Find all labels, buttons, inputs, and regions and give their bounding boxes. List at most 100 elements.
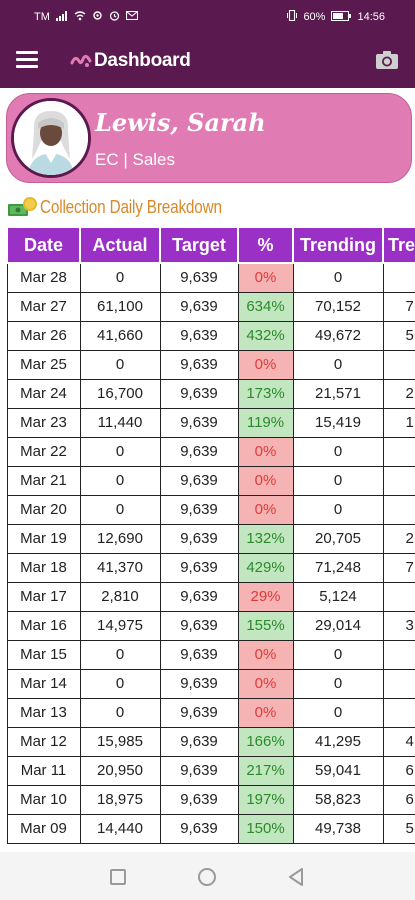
cell-target: 9,639 — [159, 523, 239, 554]
table-row: Mar 18 41,370 9,639 429% 71,248 7 — [6, 552, 415, 583]
cell-tre — [382, 436, 415, 467]
table-row: Mar 19 12,690 9,639 132% 20,705 2 — [6, 523, 415, 554]
cell-date: Mar 18 — [6, 552, 81, 583]
cell-percent: 429% — [237, 552, 294, 583]
cell-target: 9,639 — [159, 407, 239, 438]
cell-trending: 5,124 — [292, 581, 384, 612]
cell-percent: 132% — [237, 523, 294, 554]
cell-tre — [382, 668, 415, 699]
cell-actual: 2,810 — [79, 581, 161, 612]
avatar — [11, 98, 91, 178]
cell-tre: 6 — [382, 755, 415, 786]
cell-trending: 0 — [292, 668, 384, 699]
cell-trending: 0 — [292, 494, 384, 525]
cell-percent: 197% — [237, 784, 294, 815]
cell-trending: 0 — [292, 465, 384, 496]
table-row: Mar 21 0 9,639 0% 0 — [6, 465, 415, 496]
cell-actual: 14,440 — [79, 813, 161, 844]
cell-percent: 166% — [237, 726, 294, 757]
cell-target: 9,639 — [159, 697, 239, 728]
column-header-percent[interactable]: % — [237, 226, 294, 264]
cell-trending: 20,705 — [292, 523, 384, 554]
cell-tre — [382, 581, 415, 612]
app-logo-icon — [70, 53, 92, 69]
cell-actual: 16,700 — [79, 378, 161, 409]
cell-percent: 155% — [237, 610, 294, 641]
cell-tre: 6 — [382, 784, 415, 815]
cell-tre: 7 — [382, 552, 415, 583]
cell-date: Mar 25 — [6, 349, 81, 380]
breakdown-table-container[interactable]: Date Actual Target % Trending Tre Mar 28… — [6, 226, 415, 852]
table-row: Mar 20 0 9,639 0% 0 — [6, 494, 415, 525]
hamburger-menu-icon[interactable] — [16, 51, 38, 69]
cell-actual: 0 — [79, 349, 161, 380]
home-icon[interactable] — [198, 868, 216, 886]
column-header-trending[interactable]: Trending — [292, 226, 384, 264]
cell-date: Mar 09 — [6, 813, 81, 844]
profile-name: Lewis, Sarah — [95, 108, 266, 137]
cell-tre — [382, 465, 415, 496]
table-row: Mar 09 14,440 9,639 150% 49,738 5 — [6, 813, 415, 844]
table-row: Mar 17 2,810 9,639 29% 5,124 — [6, 581, 415, 612]
cell-trending: 21,571 — [292, 378, 384, 409]
table-row: Mar 24 16,700 9,639 173% 21,571 2 — [6, 378, 415, 409]
table-row: Mar 27 61,100 9,639 634% 70,152 7 — [6, 291, 415, 322]
cell-target: 9,639 — [159, 378, 239, 409]
cell-percent: 0% — [237, 349, 294, 380]
wifi-icon — [74, 10, 86, 24]
cell-trending: 0 — [292, 436, 384, 467]
cell-actual: 20,950 — [79, 755, 161, 786]
cell-actual: 0 — [79, 494, 161, 525]
cell-actual: 14,975 — [79, 610, 161, 641]
cell-percent: 634% — [237, 291, 294, 322]
cell-percent: 0% — [237, 436, 294, 467]
cell-trending: 70,152 — [292, 291, 384, 322]
cell-percent: 432% — [237, 320, 294, 351]
cell-actual: 41,370 — [79, 552, 161, 583]
table-row: Mar 10 18,975 9,639 197% 58,823 6 — [6, 784, 415, 815]
battery-percent: 60% — [303, 11, 326, 23]
cell-date: Mar 19 — [6, 523, 81, 554]
cell-target: 9,639 — [159, 581, 239, 612]
table-row: Mar 26 41,660 9,639 432% 49,672 5 — [6, 320, 415, 351]
cell-percent: 29% — [237, 581, 294, 612]
camera-icon[interactable] — [375, 50, 399, 70]
table-row: Mar 12 15,985 9,639 166% 41,295 4 — [6, 726, 415, 757]
column-header-tre[interactable]: Tre — [382, 226, 415, 264]
table-row: Mar 14 0 9,639 0% 0 — [6, 668, 415, 699]
cell-tre — [382, 697, 415, 728]
recent-apps-icon[interactable] — [110, 869, 126, 885]
table-row: Mar 22 0 9,639 0% 0 — [6, 436, 415, 467]
column-header-target[interactable]: Target — [159, 226, 239, 264]
cell-tre: 2 — [382, 378, 415, 409]
cell-trending: 29,014 — [292, 610, 384, 641]
column-header-actual[interactable]: Actual — [79, 226, 161, 264]
vibrate-icon — [287, 9, 298, 24]
cell-date: Mar 12 — [6, 726, 81, 757]
cell-trending: 71,248 — [292, 552, 384, 583]
cell-target: 9,639 — [159, 813, 239, 844]
signal-icon — [55, 10, 68, 24]
cell-actual: 0 — [79, 639, 161, 670]
profile-subtitle: EC | Sales — [95, 150, 176, 169]
cell-target: 9,639 — [159, 436, 239, 467]
section-title: Collection Daily Breakdown — [40, 196, 222, 217]
column-header-date[interactable]: Date — [6, 226, 81, 264]
cell-target: 9,639 — [159, 320, 239, 351]
cell-target: 9,639 — [159, 755, 239, 786]
cell-trending: 0 — [292, 697, 384, 728]
cell-target: 9,639 — [159, 610, 239, 641]
cell-trending: 0 — [292, 639, 384, 670]
back-icon[interactable] — [288, 868, 304, 886]
cell-trending: 0 — [292, 349, 384, 380]
cell-tre — [382, 494, 415, 525]
cell-trending: 49,672 — [292, 320, 384, 351]
cell-target: 9,639 — [159, 639, 239, 670]
app-title: Dashboard — [94, 50, 191, 71]
table-row: Mar 13 0 9,639 0% 0 — [6, 697, 415, 728]
cell-actual: 41,660 — [79, 320, 161, 351]
cell-actual: 15,985 — [79, 726, 161, 757]
cell-tre: 5 — [382, 813, 415, 844]
cell-percent: 0% — [237, 697, 294, 728]
cell-percent: 173% — [237, 378, 294, 409]
